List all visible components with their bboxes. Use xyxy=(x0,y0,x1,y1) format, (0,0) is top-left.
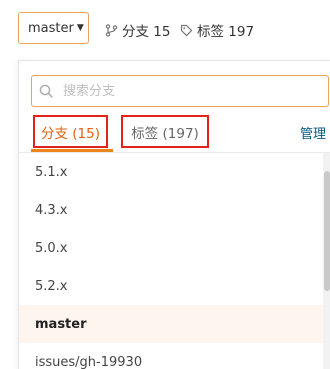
tab-branches[interactable]: 分支 (15) xyxy=(33,115,108,148)
caret-down-icon: ▼ xyxy=(77,23,84,33)
branches-count-text: 分支 15 xyxy=(122,20,170,40)
branch-name: 4.3.x xyxy=(35,203,68,218)
branches-count-link[interactable]: 分支 15 xyxy=(105,20,170,40)
branch-name: 5.0.x xyxy=(35,241,68,256)
repo-toolbar: master ▼ 分支 15 标签 197 xyxy=(0,0,330,58)
branch-name: 5.1.x xyxy=(35,165,68,180)
branch-tag-tabs: 分支 (15) 标签 (197) 管理 xyxy=(31,113,329,149)
branch-list-scrollbar[interactable] xyxy=(323,153,330,369)
tab-tags-label: 标签 (197) xyxy=(131,122,199,142)
tags-count-text: 标签 197 xyxy=(197,20,254,40)
tags-count-link[interactable]: 标签 197 xyxy=(180,20,254,40)
branch-icon xyxy=(105,24,118,37)
branch-list-item[interactable]: 5.0.x xyxy=(19,229,323,267)
branch-search-input[interactable] xyxy=(61,83,305,100)
branch-list-item[interactable]: 4.3.x xyxy=(19,191,323,229)
branch-list-item[interactable]: 5.1.x xyxy=(19,153,323,191)
tab-tags[interactable]: 标签 (197) xyxy=(121,115,209,148)
branch-name: issues/gh-19930 xyxy=(35,355,142,369)
tab-branches-label: 分支 (15) xyxy=(41,122,100,142)
branch-select-button[interactable]: master ▼ xyxy=(18,12,89,44)
branch-search-box[interactable] xyxy=(31,75,329,107)
branch-name: master xyxy=(35,317,87,332)
branch-list-item-active[interactable]: master xyxy=(19,305,323,343)
branch-list-item[interactable]: 5.2.x xyxy=(19,267,323,305)
search-icon xyxy=(39,84,53,98)
branch-name: 5.2.x xyxy=(35,279,68,294)
manage-link[interactable]: 管理 xyxy=(300,123,326,142)
branch-select-label: master xyxy=(28,21,74,36)
scrollbar-thumb[interactable] xyxy=(324,171,330,291)
tag-icon xyxy=(180,24,193,37)
branch-dropdown-panel: 分支 (15) 标签 (197) 管理 5.1.x 4.3.x 5.0.x 5.… xyxy=(18,60,330,369)
branch-list: 5.1.x 4.3.x 5.0.x 5.2.x master issues/gh… xyxy=(19,153,323,369)
branch-list-item[interactable]: issues/gh-19930 xyxy=(19,343,323,369)
